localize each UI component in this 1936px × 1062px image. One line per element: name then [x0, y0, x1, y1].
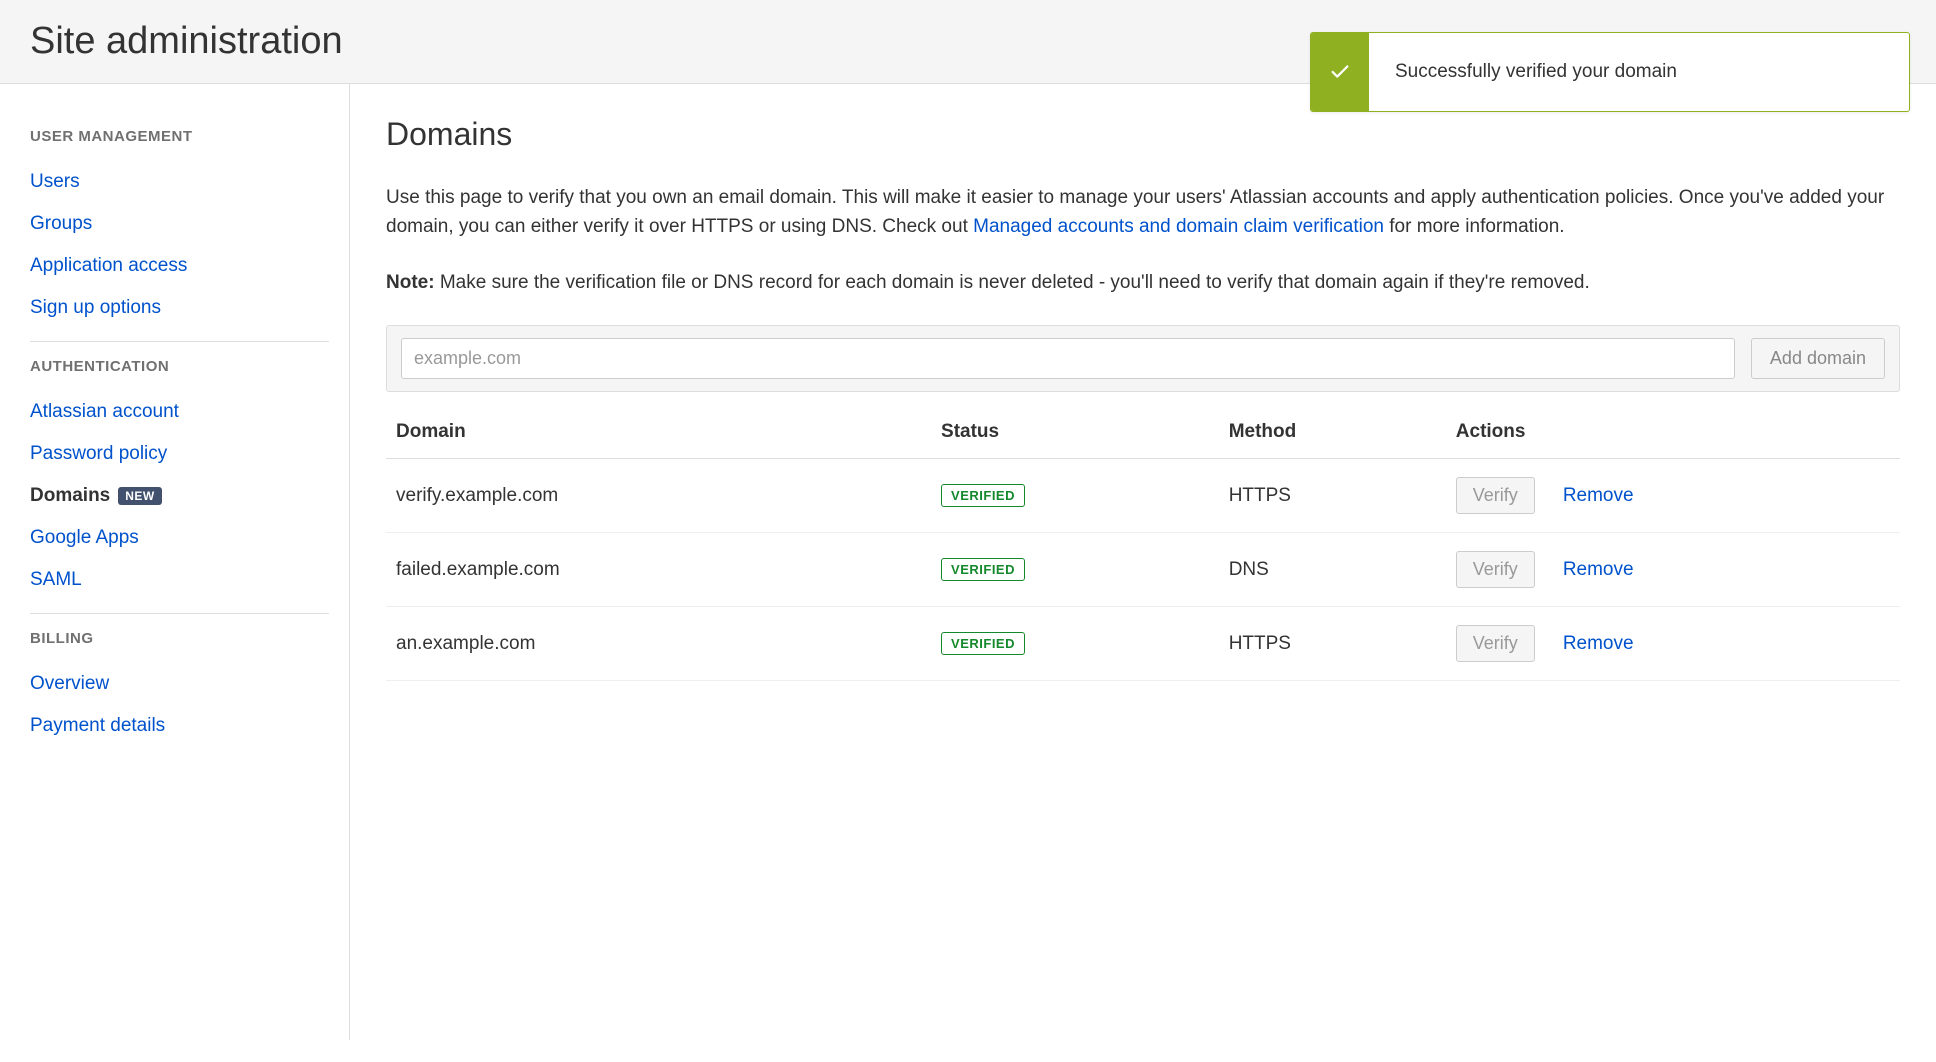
sidebar-item-application-access[interactable]: Application access — [30, 245, 329, 287]
divider — [30, 341, 329, 342]
sidebar-item-users[interactable]: Users — [30, 161, 329, 203]
note-text: Note: Make sure the verification file or… — [386, 268, 1900, 297]
table-row: failed.example.com VERIFIED DNS Verify R… — [386, 533, 1900, 607]
sidebar-item-password-policy[interactable]: Password policy — [30, 433, 329, 475]
main-content: Domains Use this page to verify that you… — [350, 84, 1936, 1040]
remove-link[interactable]: Remove — [1563, 633, 1634, 655]
status-badge: VERIFIED — [941, 484, 1025, 507]
add-domain-button[interactable]: Add domain — [1751, 338, 1885, 379]
cell-status: VERIFIED — [931, 533, 1219, 607]
sidebar-item-groups[interactable]: Groups — [30, 203, 329, 245]
toast-message: Successfully verified your domain — [1369, 33, 1703, 111]
badge-new: NEW — [118, 487, 162, 505]
cell-domain: failed.example.com — [386, 533, 931, 607]
sidebar-item-sign-up-options[interactable]: Sign up options — [30, 287, 329, 329]
cell-domain: verify.example.com — [386, 459, 931, 533]
cell-actions: Verify Remove — [1446, 607, 1900, 681]
domain-input[interactable] — [401, 338, 1735, 379]
toast-success: Successfully verified your domain — [1310, 32, 1910, 112]
sidebar-heading-user-management: USER MANAGEMENT — [30, 114, 329, 145]
sidebar-item-google-apps[interactable]: Google Apps — [30, 517, 329, 559]
cell-actions: Verify Remove — [1446, 533, 1900, 607]
col-status: Status — [931, 406, 1219, 459]
col-method: Method — [1219, 406, 1446, 459]
domains-table: Domain Status Method Actions verify.exam… — [386, 406, 1900, 681]
col-domain: Domain — [386, 406, 931, 459]
add-domain-row: Add domain — [386, 325, 1900, 392]
cell-actions: Verify Remove — [1446, 459, 1900, 533]
status-badge: VERIFIED — [941, 558, 1025, 581]
main-heading: Domains — [386, 116, 1900, 153]
sidebar-item-atlassian-account[interactable]: Atlassian account — [30, 391, 329, 433]
cell-method: HTTPS — [1219, 459, 1446, 533]
cell-domain: an.example.com — [386, 607, 931, 681]
header: Site administration Successfully verifie… — [0, 0, 1936, 84]
description-text: Use this page to verify that you own an … — [386, 183, 1900, 242]
cell-status: VERIFIED — [931, 607, 1219, 681]
status-badge: VERIFIED — [941, 632, 1025, 655]
sidebar: USER MANAGEMENT Users Groups Application… — [0, 84, 350, 1040]
remove-link[interactable]: Remove — [1563, 485, 1634, 507]
verify-button[interactable]: Verify — [1456, 625, 1535, 662]
verify-button[interactable]: Verify — [1456, 477, 1535, 514]
help-link[interactable]: Managed accounts and domain claim verifi… — [973, 216, 1384, 237]
cell-method: HTTPS — [1219, 607, 1446, 681]
sidebar-heading-billing: BILLING — [30, 616, 329, 647]
sidebar-item-label: Domains — [30, 485, 110, 507]
sidebar-heading-authentication: AUTHENTICATION — [30, 344, 329, 375]
cell-method: DNS — [1219, 533, 1446, 607]
divider — [30, 613, 329, 614]
check-icon — [1311, 33, 1369, 111]
remove-link[interactable]: Remove — [1563, 559, 1634, 581]
table-row: an.example.com VERIFIED HTTPS Verify Rem… — [386, 607, 1900, 681]
cell-status: VERIFIED — [931, 459, 1219, 533]
sidebar-item-overview[interactable]: Overview — [30, 663, 329, 705]
col-actions: Actions — [1446, 406, 1900, 459]
verify-button[interactable]: Verify — [1456, 551, 1535, 588]
sidebar-item-domains[interactable]: Domains NEW — [30, 475, 329, 517]
sidebar-item-payment-details[interactable]: Payment details — [30, 705, 329, 747]
table-row: verify.example.com VERIFIED HTTPS Verify… — [386, 459, 1900, 533]
sidebar-item-saml[interactable]: SAML — [30, 559, 329, 601]
